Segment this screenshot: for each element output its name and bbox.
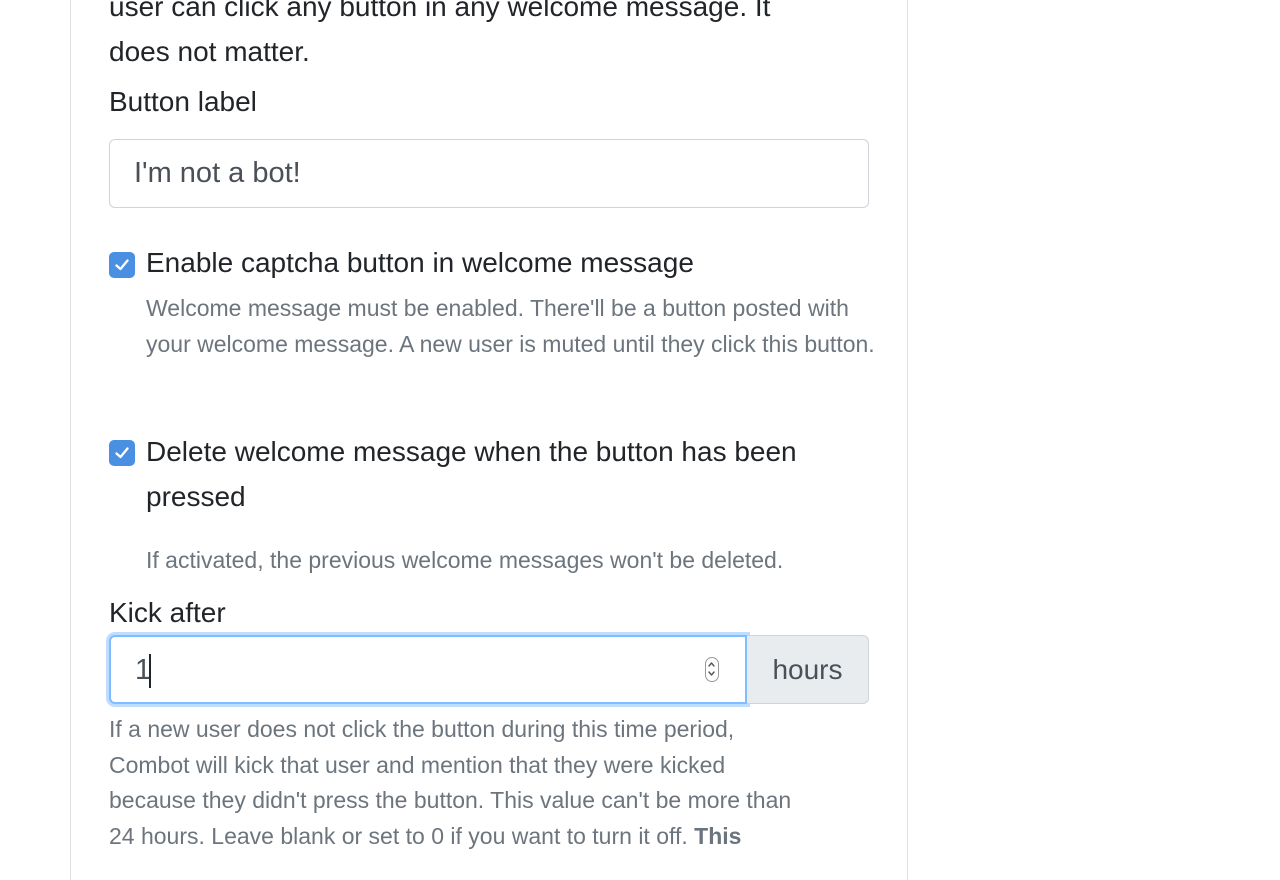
button-label-heading: Button label <box>109 86 257 117</box>
captcha-checkbox[interactable] <box>109 252 135 278</box>
check-icon <box>115 259 129 271</box>
kick-after-help: If a new user does not click the button … <box>109 712 879 854</box>
settings-card: user can click any button in any welcome… <box>70 0 908 880</box>
delete-message-label[interactable]: Delete welcome message when the button h… <box>146 429 846 519</box>
kick-after-help-line-4-text: 24 hours. Leave blank or set to 0 if you… <box>109 822 688 849</box>
button-label-input[interactable] <box>109 139 869 208</box>
kick-after-help-line-4: 24 hours. Leave blank or set to 0 if you… <box>109 819 879 855</box>
intro-line-2: does not matter. <box>109 36 310 67</box>
captcha-help: Welcome message must be enabled. There'l… <box>146 295 875 357</box>
text-caret <box>149 654 151 688</box>
kick-after-help-line-3: because they didn't press the button. Th… <box>109 787 792 813</box>
check-icon <box>115 447 129 459</box>
hours-addon: hours <box>747 635 869 704</box>
kick-after-help-line-1: If a new user does not click the button … <box>109 716 735 742</box>
kick-after-help-line-2: Combot will kick that user and mention t… <box>109 751 726 778</box>
delete-message-checkbox[interactable] <box>109 440 135 466</box>
kick-after-help-bold: This <box>694 822 742 849</box>
kick-after-input[interactable]: 1 <box>109 635 747 704</box>
intro-line-1: user can click any button in any welcome… <box>109 0 771 22</box>
intro-text: user can click any button in any welcome… <box>109 0 871 74</box>
delete-message-help: If activated, the previous welcome messa… <box>146 547 784 573</box>
captcha-label[interactable]: Enable captcha button in welcome message <box>146 240 871 285</box>
spinner-arrows-icon[interactable] <box>705 657 719 682</box>
kick-after-heading: Kick after <box>109 597 226 628</box>
kick-after-input-group: 1 hours <box>109 635 871 704</box>
